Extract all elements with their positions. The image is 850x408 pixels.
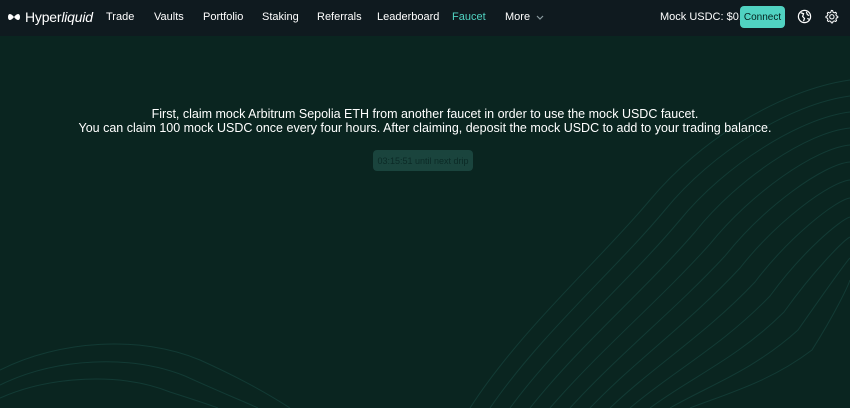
nav-item-faucet[interactable]: Faucet [452,11,486,24]
faucet-instructions: First, claim mock Arbitrum Sepolia ETH f… [0,107,850,135]
globe-icon[interactable] [797,9,812,24]
brand-name: Hyperliquid [25,9,93,25]
nav-item-staking[interactable]: Staking [262,11,299,24]
chevron-down-icon [536,15,544,20]
hyperliquid-logo-icon [8,14,20,20]
nav-item-more-label: More [505,11,531,23]
nav-item-referrals[interactable]: Referrals [317,11,362,24]
gear-icon[interactable] [824,9,839,24]
nav-item-trade[interactable]: Trade [106,11,134,24]
brand[interactable]: Hyperliquid [7,9,93,25]
background-wave-lines [0,79,850,408]
nav-item-more[interactable]: More [505,11,544,24]
nav-item-vaults[interactable]: Vaults [154,11,184,24]
faucet-instruction-line-1: First, claim mock Arbitrum Sepolia ETH f… [151,107,699,121]
nav-item-portfolio[interactable]: Portfolio [203,11,243,24]
top-navbar: Hyperliquid Trade Vaults Portfolio Staki… [0,0,850,36]
brand-name-main: Hyper [25,9,62,25]
brand-name-italic: liquid [61,9,93,25]
connect-button[interactable]: Connect [740,6,785,28]
faucet-instruction-line-2: You can claim 100 mock USDC once every f… [78,121,772,135]
next-drip-button[interactable]: 03:15:51 until next drip [373,150,473,171]
nav-item-leaderboard[interactable]: Leaderboard [377,11,439,24]
